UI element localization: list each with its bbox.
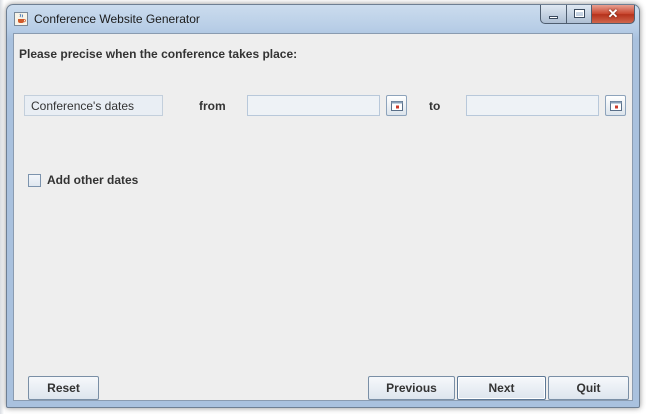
app-window: Conference Website Generator ✕ Please pr… [6,4,640,408]
form-panel: Please precise when the conference takes… [13,33,633,401]
from-label: from [199,99,226,113]
maximize-icon [574,9,585,18]
close-icon: ✕ [607,6,619,21]
minimize-button[interactable] [540,5,566,24]
left-edge [0,0,4,414]
minimize-icon [549,16,558,19]
to-label: to [429,99,441,113]
previous-button[interactable]: Previous [368,376,455,400]
maximize-button[interactable] [566,5,591,24]
window-title: Conference Website Generator [34,12,200,26]
close-button[interactable]: ✕ [591,5,635,24]
calendar-icon [610,101,622,111]
conference-dates-label: Conference's dates [24,95,163,116]
quit-button[interactable]: Quit [548,376,629,400]
page-prompt: Please precise when the conference takes… [19,47,298,61]
to-calendar-button[interactable] [605,95,626,116]
from-date-field[interactable] [247,95,380,116]
to-date-field[interactable] [466,95,599,116]
caption-buttons: ✕ [540,5,635,25]
from-calendar-button[interactable] [386,95,407,116]
calendar-icon [391,101,403,111]
next-button[interactable]: Next [457,376,546,400]
reset-button[interactable]: Reset [28,376,99,400]
add-other-dates-checkbox[interactable] [28,174,41,187]
title-bar[interactable]: Conference Website Generator ✕ [7,5,639,35]
java-cup-icon[interactable] [14,12,28,26]
add-other-dates-label[interactable]: Add other dates [47,173,138,187]
